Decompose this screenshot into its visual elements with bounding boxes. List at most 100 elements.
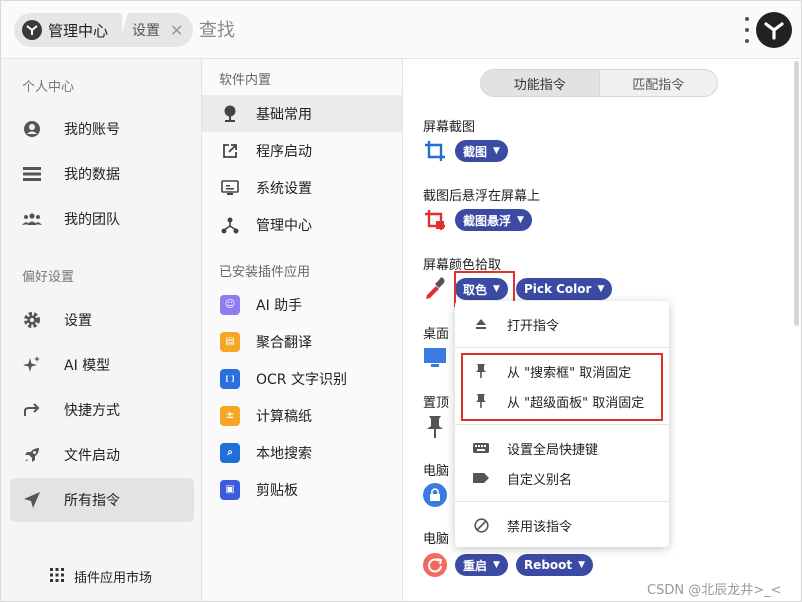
- feature-row: [423, 483, 447, 507]
- chevron-down-icon: ▼: [493, 560, 500, 570]
- navigation-icon: [21, 489, 43, 511]
- category-item-label: 系统设置: [256, 180, 312, 197]
- plugin-item-calculator[interactable]: ± 计算稿纸: [202, 397, 402, 434]
- plugin-item-label: 聚合翻译: [256, 334, 312, 351]
- watermark: CSDN @北辰龙井>_<: [647, 583, 782, 598]
- sidebar-item-team[interactable]: 我的团队: [10, 197, 194, 241]
- sidebar-section-title: 偏好设置: [22, 270, 75, 285]
- lock-icon: [423, 483, 447, 507]
- sidebar-item-label: 设置: [64, 313, 92, 329]
- pin-icon: [423, 415, 447, 439]
- breadcrumb-home-label: 管理中心: [48, 21, 109, 40]
- plugin-item-label: 计算稿纸: [256, 408, 312, 425]
- restart-icon: [423, 553, 447, 577]
- magnifier-icon: ⌕: [220, 442, 240, 463]
- command-chip[interactable]: 截图 ▼: [455, 140, 508, 162]
- feature-row: 取色 ▼ Pick Color ▼: [423, 277, 613, 301]
- chip-label: 截图: [463, 144, 488, 159]
- plugin-item-ai-assistant[interactable]: ☺ AI 助手: [202, 286, 402, 323]
- breadcrumb-home[interactable]: 管理中心: [14, 13, 123, 47]
- feature-row: [423, 346, 447, 370]
- app-window: 管理中心 设置 ✕ 个人中心 我的账号 我的数据: [0, 0, 802, 602]
- category-list: 软件内置 基础常用 程序启动 系统设置 管理中心 已安装插件应用 ☺ AI 助手…: [202, 59, 403, 601]
- translate-icon: ▤: [220, 331, 240, 352]
- chevron-down-icon: ▼: [493, 146, 500, 156]
- menu-divider: [455, 424, 669, 425]
- feature-title: 桌面: [423, 327, 450, 342]
- feature-row: 截图 ▼: [423, 139, 508, 163]
- command-tabs: 功能指令 匹配指令: [480, 69, 718, 97]
- menu-item-alias[interactable]: 自定义别名: [455, 463, 669, 493]
- sidebar-section-title: 个人中心: [22, 80, 75, 95]
- plugin-item-ocr[interactable]: [ ] OCR 文字识别: [202, 360, 402, 397]
- breadcrumb: 管理中心 设置 ✕: [14, 13, 194, 47]
- sidebar-item-file-launch[interactable]: 文件启动: [10, 433, 194, 477]
- plugin-market-button[interactable]: 插件应用市场: [50, 567, 152, 586]
- crop-pin-icon: [423, 208, 447, 232]
- sidebar-item-label: 我的数据: [64, 167, 120, 183]
- sidebar-item-ai-model[interactable]: AI 模型: [10, 343, 194, 387]
- category-item-label: 管理中心: [256, 217, 312, 234]
- plugin-item-clipboard[interactable]: ▣ 剪贴板: [202, 471, 402, 508]
- menu-item-global-hotkey[interactable]: 设置全局快捷键: [455, 433, 669, 463]
- installed-section-title: 已安装插件应用: [219, 265, 311, 280]
- tab-function-commands[interactable]: 功能指令: [481, 70, 600, 96]
- app-logo-icon[interactable]: [756, 12, 792, 48]
- chevron-down-icon: ▼: [517, 215, 524, 225]
- sidebar-item-label: 文件启动: [64, 448, 120, 464]
- crop-icon: [423, 139, 447, 163]
- plugin-market-label: 插件应用市场: [74, 571, 153, 586]
- close-icon[interactable]: ✕: [170, 21, 183, 40]
- sidebar-item-data[interactable]: 我的数据: [10, 152, 194, 196]
- menu-item-label: 设置全局快捷键: [507, 442, 599, 458]
- sidebar: 个人中心 我的账号 我的数据 我的团队 偏好设置 设置 AI 模型 快捷方式 文…: [1, 59, 202, 601]
- scrollbar[interactable]: [794, 61, 799, 326]
- command-chip[interactable]: 重启 ▼: [455, 554, 508, 576]
- tab-match-commands[interactable]: 匹配指令: [600, 70, 718, 96]
- eject-icon: [473, 316, 489, 332]
- robot-icon: ☺: [220, 294, 240, 315]
- desktop-icon: [423, 346, 447, 370]
- builtin-section-title: 软件内置: [219, 73, 272, 88]
- app-logo-icon: [22, 20, 42, 40]
- chip-label: 截图悬浮: [463, 213, 512, 228]
- account-icon: [21, 118, 43, 140]
- category-item-label: 程序启动: [256, 143, 312, 160]
- plugin-item-local-search[interactable]: ⌕ 本地搜索: [202, 434, 402, 471]
- search-input[interactable]: [199, 15, 499, 45]
- sidebar-item-account[interactable]: 我的账号: [10, 107, 194, 151]
- shortcut-icon: [21, 399, 43, 421]
- category-item-launch[interactable]: 程序启动: [202, 132, 402, 169]
- plugin-item-translate[interactable]: ▤ 聚合翻译: [202, 323, 402, 360]
- feature-row: [423, 415, 447, 439]
- sidebar-item-label: AI 模型: [64, 358, 111, 374]
- open-external-icon: [220, 141, 240, 161]
- calculator-icon: ±: [220, 405, 240, 426]
- command-chip[interactable]: 截图悬浮 ▼: [455, 209, 532, 231]
- more-menu-icon[interactable]: [743, 17, 751, 43]
- chevron-down-icon: ▼: [578, 560, 586, 570]
- sidebar-item-all-commands[interactable]: 所有指令: [10, 478, 194, 522]
- highlight-box: [461, 353, 663, 421]
- sidebar-item-shortcut[interactable]: 快捷方式: [10, 388, 194, 432]
- chip-label: Reboot: [523, 558, 573, 572]
- menu-item-open-command[interactable]: 打开指令: [455, 309, 669, 339]
- category-item-basic[interactable]: 基础常用: [202, 95, 402, 132]
- eyedropper-icon: [423, 277, 447, 301]
- category-item-management[interactable]: 管理中心: [202, 206, 402, 243]
- plugin-item-label: AI 助手: [256, 297, 303, 314]
- sidebar-item-settings[interactable]: 设置: [10, 298, 194, 342]
- command-chip[interactable]: Reboot ▼: [515, 554, 594, 576]
- sidebar-item-label: 我的账号: [64, 122, 120, 138]
- command-chip-pick-color-en[interactable]: Pick Color ▼: [515, 278, 613, 300]
- monitor-settings-icon: [220, 178, 240, 198]
- header-bar: 管理中心 设置 ✕: [1, 1, 801, 59]
- plugin-item-label: OCR 文字识别: [256, 371, 347, 388]
- menu-item-label: 禁用该指令: [507, 519, 573, 535]
- plugin-item-label: 剪贴板: [256, 482, 298, 499]
- plugin-item-label: 本地搜索: [256, 445, 312, 462]
- sparkle-icon: [21, 354, 43, 376]
- breadcrumb-current[interactable]: 设置 ✕: [118, 13, 194, 47]
- category-item-system-settings[interactable]: 系统设置: [202, 169, 402, 206]
- menu-item-disable[interactable]: 禁用该指令: [455, 510, 669, 540]
